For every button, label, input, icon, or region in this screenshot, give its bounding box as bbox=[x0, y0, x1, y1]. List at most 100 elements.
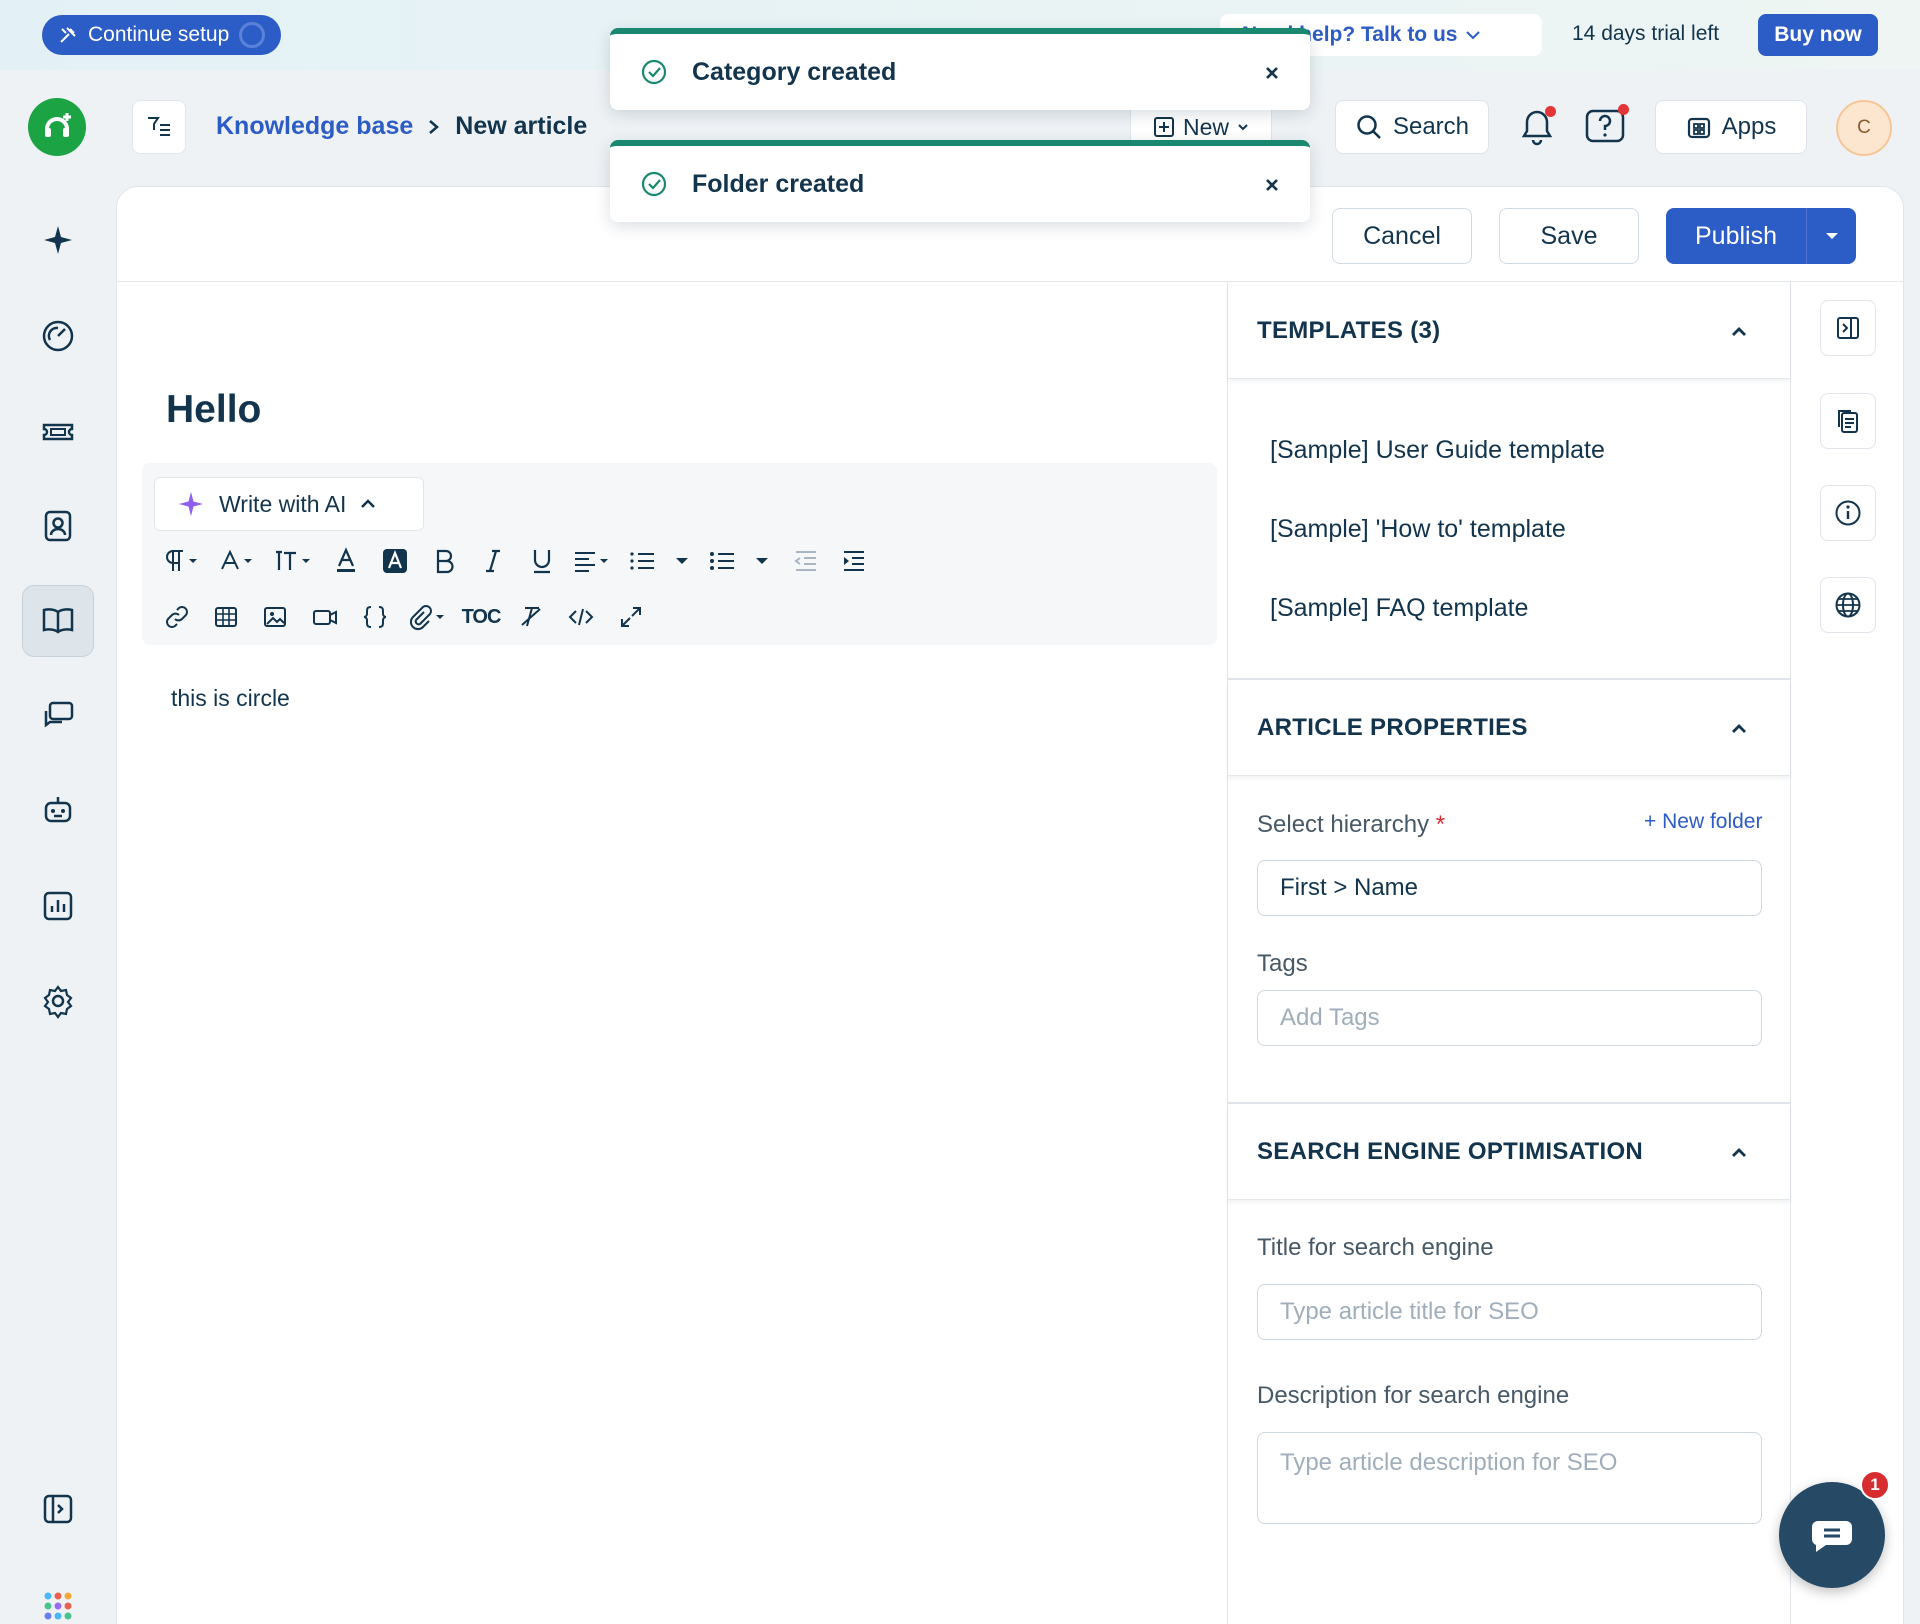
continue-setup-button[interactable]: Continue setup bbox=[42, 15, 282, 55]
search-label: Search bbox=[1392, 113, 1470, 140]
table-icon bbox=[215, 607, 237, 627]
collapse-panel-button[interactable] bbox=[1820, 300, 1876, 356]
insert-image-button[interactable] bbox=[250, 597, 300, 637]
attachment-button[interactable] bbox=[400, 597, 456, 637]
fullscreen-button[interactable] bbox=[606, 597, 656, 637]
underline-button[interactable] bbox=[518, 541, 566, 581]
contacts-nav[interactable] bbox=[22, 490, 94, 562]
paragraph-format-button[interactable] bbox=[152, 541, 210, 581]
sidebar-expand-icon bbox=[43, 1494, 73, 1524]
tags-input[interactable]: Add Tags bbox=[1257, 990, 1762, 1046]
article-info-button[interactable] bbox=[1820, 485, 1876, 541]
language-button[interactable] bbox=[1820, 577, 1876, 633]
cancel-button[interactable]: Cancel bbox=[1332, 208, 1472, 264]
insert-link-button[interactable] bbox=[152, 597, 202, 637]
chat-unread-badge: 1 bbox=[1860, 1470, 1890, 1500]
templates-heading: TEMPLATES (3) bbox=[1257, 316, 1441, 344]
right-panel-border bbox=[1227, 282, 1228, 1624]
publish-button[interactable]: Publish bbox=[1666, 208, 1806, 264]
ordered-list-button[interactable] bbox=[622, 541, 662, 581]
conversations-nav[interactable] bbox=[22, 680, 94, 752]
settings-nav[interactable] bbox=[22, 965, 94, 1037]
code-view-button[interactable] bbox=[556, 597, 606, 637]
toast-category-created: Category created bbox=[610, 28, 1310, 110]
link-icon bbox=[166, 606, 188, 628]
ai-sparkle-nav[interactable] bbox=[22, 204, 94, 276]
apps-button[interactable]: Apps bbox=[1655, 100, 1807, 154]
italic-button[interactable] bbox=[468, 541, 518, 581]
notifications-button[interactable] bbox=[1510, 100, 1564, 154]
template-item[interactable]: [Sample] User Guide template bbox=[1270, 436, 1605, 465]
text-color-icon bbox=[337, 547, 355, 572]
indent-button[interactable] bbox=[830, 541, 878, 581]
seo-description-input[interactable]: Type article description for SEO bbox=[1257, 1432, 1762, 1524]
article-properties-section-header[interactable]: ARTICLE PROPERTIES bbox=[1228, 680, 1790, 776]
bold-button[interactable] bbox=[420, 541, 468, 581]
write-with-ai-button[interactable]: Write with AI bbox=[154, 477, 424, 531]
user-avatar[interactable]: C bbox=[1836, 100, 1892, 156]
knowledge-base-nav[interactable] bbox=[22, 585, 94, 657]
editor-body-text[interactable]: this is circle bbox=[171, 685, 290, 712]
hierarchy-label-text: Select hierarchy bbox=[1257, 811, 1430, 838]
insert-video-button[interactable] bbox=[300, 597, 350, 637]
article-title[interactable]: Hello bbox=[166, 388, 261, 432]
outdent-button[interactable] bbox=[782, 541, 830, 581]
product-switcher-nav[interactable] bbox=[22, 1570, 94, 1624]
chevron-up-icon bbox=[1732, 1147, 1746, 1157]
required-mark: * bbox=[1435, 811, 1446, 838]
book-icon bbox=[42, 608, 74, 634]
apps-icon bbox=[1687, 117, 1710, 139]
toast-folder-created: Folder created bbox=[610, 140, 1310, 222]
tickets-nav[interactable] bbox=[22, 395, 94, 467]
curly-braces-icon bbox=[363, 606, 387, 628]
check-circle-icon bbox=[641, 171, 667, 197]
seo-description-label: Description for search engine bbox=[1257, 1382, 1570, 1409]
font-size-button[interactable] bbox=[266, 541, 322, 581]
template-item[interactable]: [Sample] FAQ template bbox=[1270, 594, 1528, 623]
font-icon bbox=[221, 549, 252, 570]
buy-now-button[interactable]: Buy now bbox=[1758, 14, 1878, 56]
font-family-button[interactable] bbox=[210, 541, 266, 581]
insert-table-button[interactable] bbox=[202, 597, 250, 637]
help-button[interactable] bbox=[1578, 100, 1632, 154]
align-left-icon bbox=[575, 552, 608, 572]
new-folder-link[interactable]: + New folder bbox=[1644, 810, 1762, 834]
templates-section-header[interactable]: TEMPLATES (3) bbox=[1228, 283, 1790, 379]
seo-section-header[interactable]: SEARCH ENGINE OPTIMISATION bbox=[1228, 1104, 1790, 1200]
ordered-list-options-button[interactable] bbox=[662, 541, 702, 581]
highlight-color-button[interactable] bbox=[370, 541, 420, 581]
publish-options-button[interactable] bbox=[1806, 208, 1856, 264]
global-search-button[interactable]: Search bbox=[1335, 100, 1489, 154]
expand-sidebar-nav[interactable] bbox=[22, 1473, 94, 1545]
reports-nav[interactable] bbox=[22, 870, 94, 942]
bold-icon bbox=[436, 549, 454, 574]
gauge-icon bbox=[42, 320, 74, 352]
hierarchy-select[interactable]: First > Name bbox=[1257, 860, 1762, 916]
bot-nav[interactable] bbox=[22, 775, 94, 847]
templates-panel-button[interactable] bbox=[1820, 393, 1876, 449]
bullet-list-button[interactable] bbox=[702, 541, 742, 581]
article-list-toggle[interactable] bbox=[132, 100, 186, 154]
clear-format-button[interactable] bbox=[506, 597, 556, 637]
bullet-list-options-button[interactable] bbox=[742, 541, 782, 581]
caret-down-icon bbox=[756, 558, 768, 564]
outdent-icon bbox=[794, 551, 816, 571]
toast-close-button[interactable] bbox=[1264, 56, 1280, 88]
app-logo[interactable] bbox=[28, 98, 86, 156]
toc-button[interactable]: TOC bbox=[456, 597, 506, 637]
template-item[interactable]: [Sample] 'How to' template bbox=[1270, 515, 1566, 544]
save-button[interactable]: Save bbox=[1499, 208, 1639, 264]
check-circle-icon bbox=[641, 59, 667, 85]
seo-title-input[interactable]: Type article title for SEO bbox=[1257, 1284, 1762, 1340]
gear-icon bbox=[43, 985, 73, 1019]
breadcrumb-knowledge-base[interactable]: Knowledge base bbox=[216, 112, 413, 141]
text-color-button[interactable] bbox=[322, 541, 370, 581]
insert-code-block-button[interactable] bbox=[350, 597, 400, 637]
seo-heading: SEARCH ENGINE OPTIMISATION bbox=[1257, 1137, 1644, 1165]
align-button[interactable] bbox=[566, 541, 622, 581]
underline-icon bbox=[533, 550, 551, 574]
toast-close-button[interactable] bbox=[1264, 168, 1280, 200]
caret-down-icon bbox=[1825, 233, 1838, 239]
chevron-right-icon bbox=[429, 119, 440, 134]
dashboard-nav[interactable] bbox=[22, 300, 94, 372]
